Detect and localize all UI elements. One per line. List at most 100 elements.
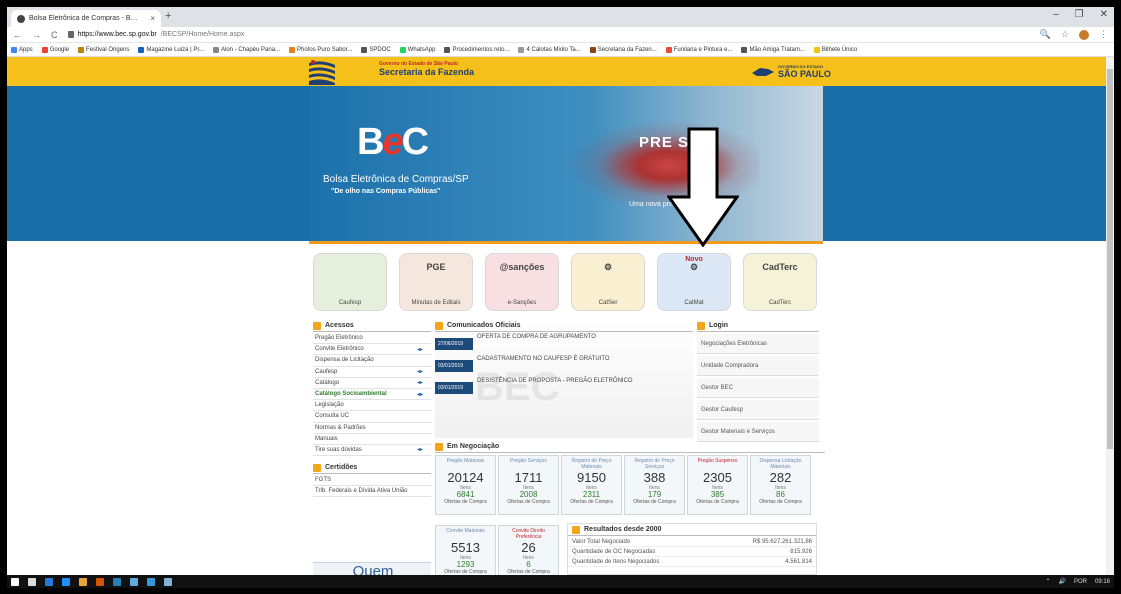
close-tab-icon[interactable]: × <box>150 14 155 23</box>
negociacao-card[interactable]: Convite Materiais 5513 Itens 1293 Ofertas de… <box>435 525 496 575</box>
tile-minutas-de-editais[interactable]: PGE Minutas de Editais <box>399 253 473 311</box>
comunicado-item[interactable]: 03/01/2019 DESISTÊNCIA DE PROPOSTA - PREG… <box>435 378 693 398</box>
bookmark-item[interactable]: Festival Origens <box>78 46 129 53</box>
minimize-button[interactable]: – <box>1053 9 1059 20</box>
negociacao-card[interactable]: Convite Direito Preferência 26 Itens 6 Ofert… <box>498 525 559 575</box>
taskbar-app-icon[interactable] <box>79 577 87 586</box>
negociacao-panel: Em Negociação Pregão Materiais 20124 Itens… <box>435 441 825 575</box>
certidoes-item[interactable]: FGTS <box>313 475 431 487</box>
acessos-item[interactable]: Consulta UC <box>313 411 431 423</box>
menu-label: Normas & Padrões <box>315 424 366 431</box>
acessos-item[interactable]: Catálogo Socioambiental ◂▸ <box>313 389 431 401</box>
resultados-panel: Resultados desde 2000 Valor Total Negoci… <box>567 523 817 575</box>
login-button[interactable]: Unidade Compradora <box>697 356 819 376</box>
acessos-item[interactable]: Caufesp ◂▸ <box>313 367 431 378</box>
bookmark-icon <box>289 46 296 53</box>
bookmark-item[interactable]: Bilhete Único <box>813 46 857 53</box>
bookmark-item[interactable]: SPDOC <box>361 46 391 53</box>
acessos-item[interactable]: Tire suas dúvidas ◂▸ <box>313 445 431 457</box>
comunicado-item[interactable]: 27/06/2019 OFERTA DE COMPRA DE AGRUPAMENT… <box>435 334 693 354</box>
url-field[interactable]: https://www.bec.sp.gov.br/BECSP/Home/Hom… <box>67 31 244 38</box>
card-ofertas-label: Ofertas de Compra <box>507 499 550 505</box>
tile-cadterc[interactable]: CadTerc CadTerc <box>743 253 817 311</box>
bookmark-item[interactable]: Mão Amiga Tratam... <box>741 46 805 53</box>
tile-e-san-es[interactable]: @sanções e-Sanções <box>485 253 559 311</box>
restore-button[interactable]: ❐ <box>1075 9 1084 20</box>
forward-button[interactable]: → <box>32 30 41 40</box>
close-window-button[interactable]: ✕ <box>1100 9 1108 20</box>
taskbar-app-icon[interactable] <box>62 577 70 586</box>
card-ofertas: 2008 <box>519 490 538 499</box>
taskbar-app-icon[interactable] <box>28 577 36 586</box>
tile-catmat[interactable]: Novo ⚙ CatMat <box>657 253 731 311</box>
taskbar-app-icon[interactable] <box>45 577 53 586</box>
bookmark-item[interactable]: Apps <box>11 46 33 53</box>
card-ofertas-label: Ofertas de Compra <box>444 499 487 505</box>
scrollbar[interactable] <box>1106 57 1114 575</box>
new-tab-button[interactable]: + <box>165 10 171 22</box>
zoom-icon[interactable]: 🔍 <box>1040 29 1051 40</box>
acessos-item[interactable]: Legislação <box>313 400 431 412</box>
menu-label: Consulta UC <box>315 413 350 420</box>
certidoes-item[interactable]: Trib. Federais e Dívida Ativa União <box>313 486 431 498</box>
taskbar-app-icon[interactable] <box>130 577 138 586</box>
language-indicator[interactable]: POR <box>1074 579 1087 585</box>
tile-caufesp[interactable]: Caufesp <box>313 253 387 311</box>
comunicado-item[interactable]: 03/01/2019 CADASTRAMENTO NO CAUFESP É GRA… <box>435 356 693 376</box>
volume-icon[interactable]: 🔊 <box>1058 578 1065 585</box>
taskbar-app-icon[interactable] <box>113 577 121 586</box>
taskbar-app-icon[interactable] <box>147 577 155 586</box>
comunicado-text: OFERTA DE COMPRA DE AGRUPAMENTO <box>477 334 596 340</box>
bookmark-icon <box>213 46 219 53</box>
bookmark-icon <box>665 46 672 53</box>
bookmark-item[interactable]: 4 Calotas Miolo Ta... <box>518 46 581 53</box>
bookmark-label: Apps <box>19 46 33 53</box>
negociacao-card[interactable]: Registro de Preço Materiais 9150 Itens 2311… <box>561 455 622 515</box>
banner[interactable]: BeC Bolsa Eletrônica de Compras/SP "De o… <box>309 86 823 241</box>
star-icon[interactable]: ☆ <box>1061 29 1069 40</box>
acessos-item[interactable]: Pregão Eletrônico <box>313 333 431 345</box>
avatar[interactable] <box>1079 29 1089 40</box>
bookmark-item[interactable]: WhatsApp <box>399 46 435 53</box>
acessos-item[interactable]: Manuais <box>313 434 431 445</box>
negociacao-card[interactable]: Pregão Serviços 1711 Itens 2008 Ofertas de C… <box>498 455 559 515</box>
login-button[interactable]: Negociações Eletrônicas <box>697 334 819 354</box>
negociacao-header: Em Negociação <box>435 441 825 453</box>
comunicado-date: 27/06/2019 <box>435 338 473 350</box>
reload-button[interactable]: C <box>51 30 58 40</box>
bookmark-item[interactable]: Google <box>41 46 69 53</box>
negociacao-card[interactable]: Pregão Suspenso 2305 Itens 385 Ofertas de Co… <box>687 455 748 515</box>
bookmark-item[interactable]: Secretaria da Fazen... <box>589 46 657 53</box>
browser-tab[interactable]: Bolsa Eletrônica de Compras - B… × <box>11 10 161 27</box>
negociacao-card[interactable]: Dispensa Licitação Materiais 282 Itens 86 Of… <box>750 455 811 515</box>
login-button[interactable]: Gestor BEC <box>697 378 819 398</box>
acessos-item[interactable]: Dispensa de Licitação <box>313 355 431 367</box>
bookmark-item[interactable]: Funilaria e Pintura e... <box>665 46 732 53</box>
bookmark-item[interactable]: Magazine Luiza | Pr... <box>138 46 204 53</box>
acessos-item[interactable]: Normas & Padrões <box>313 423 431 434</box>
tile-catser[interactable]: ⚙ CatSer <box>571 253 645 311</box>
login-button[interactable]: Gestor Caufesp <box>697 400 819 420</box>
scrollbar-thumb[interactable] <box>1107 69 1113 449</box>
acessos-item[interactable]: Catálogo ◂▸ <box>313 378 431 389</box>
back-button[interactable]: ← <box>13 30 22 40</box>
acessos-item[interactable]: Convite Eletrônico ◂▸ <box>313 344 431 356</box>
comunicado-date: 03/01/2019 <box>435 360 473 372</box>
taskbar-app-icon[interactable] <box>164 577 172 586</box>
bookmark-item[interactable]: Alon - Chapéu Pana... <box>213 46 280 53</box>
taskbar-app-icon[interactable] <box>96 577 104 586</box>
bookmark-item[interactable]: Procedimentos reto... <box>444 46 509 53</box>
clock[interactable]: 09:16 <box>1095 579 1110 585</box>
quem-somos-link[interactable]: Quem Somos <box>343 564 403 575</box>
tray-chevron-icon[interactable]: ⌃ <box>1045 578 1050 585</box>
comunicados-header: Comunicados Oficiais <box>435 320 693 332</box>
resultado-row: Quantidade de OC Negociadas 815.926 <box>568 547 816 557</box>
menu-icon[interactable]: ⋮ <box>1099 29 1108 40</box>
start-icon[interactable] <box>11 577 19 586</box>
negociacao-card[interactable]: Registro de Preço Serviços 388 Itens 179 Ofe… <box>624 455 685 515</box>
negociacao-card[interactable]: Pregão Materiais 20124 Itens 6841 Ofertas de… <box>435 455 496 515</box>
login-button[interactable]: Gestor Materiais e Serviços <box>697 422 819 442</box>
login-panel: Login Negociações Eletrônicas Unidade Com… <box>697 320 819 442</box>
bookmark-item[interactable]: Photos Puro Sabor... <box>289 46 352 53</box>
sefaz-heading: Governo do Estado de São Paulo Secretari… <box>379 61 474 77</box>
